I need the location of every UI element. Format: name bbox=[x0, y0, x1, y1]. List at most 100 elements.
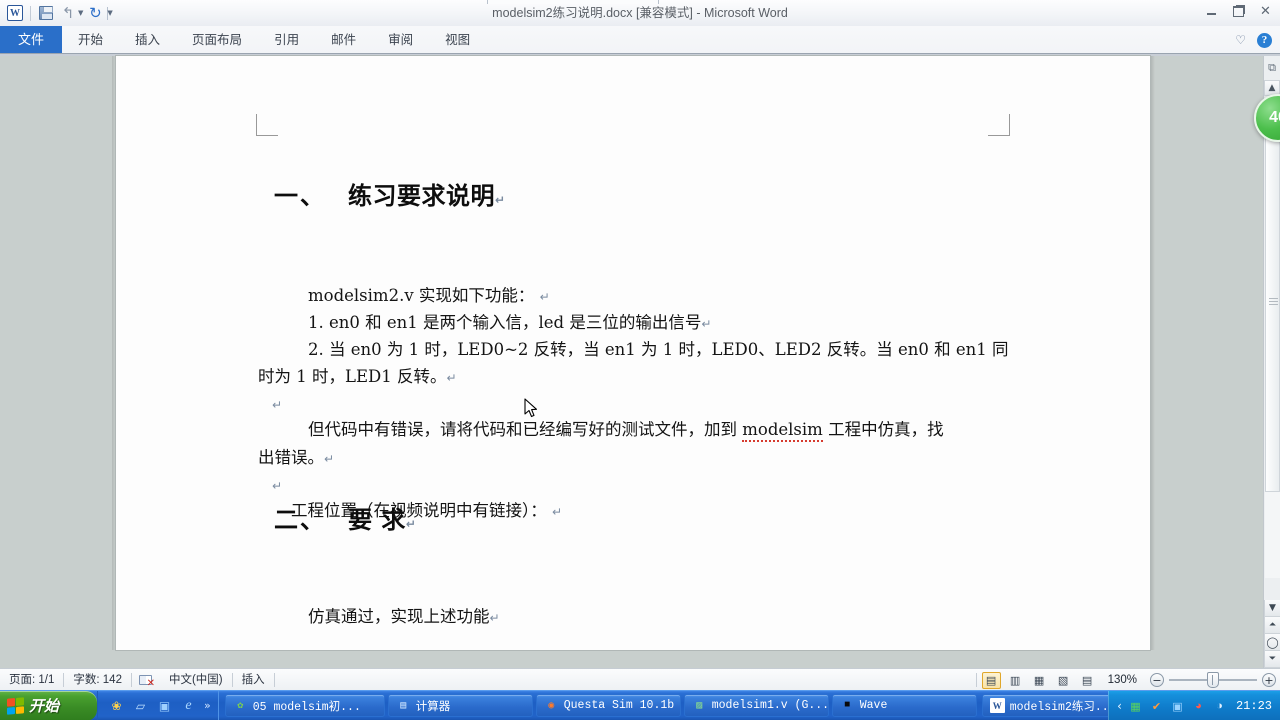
paragraph-mark: ↵ bbox=[539, 290, 550, 304]
status-divider bbox=[273, 672, 275, 687]
status-language[interactable]: 中文(中国) bbox=[160, 669, 232, 691]
taskbar-item-questasim[interactable]: ◉ Questa Sim 10.1b bbox=[535, 694, 681, 717]
scrollbar-bottom-buttons: ▼ ⏶ ◯ ⏷ bbox=[1264, 600, 1280, 668]
document-body[interactable]: 一、 练习要求说明↵ modelsim2.v 实现如下功能： ↵ 1. en0 和… bbox=[116, 56, 1150, 650]
paragraph-mark: ↵ bbox=[272, 479, 283, 493]
full-screen-reading-view-icon[interactable]: ▥ bbox=[1006, 672, 1025, 689]
redo-icon[interactable]: ↻ bbox=[85, 3, 105, 23]
zoom-slider-thumb[interactable] bbox=[1207, 672, 1219, 688]
status-right-controls: ▤ ▥ ▦ ▧ ▤ 130% − + bbox=[975, 669, 1276, 691]
word-app-icon[interactable]: W bbox=[5, 3, 25, 23]
spellcheck-error-icon[interactable]: ✕ bbox=[138, 673, 155, 688]
undo-dropdown-icon[interactable]: ▼ bbox=[78, 9, 83, 17]
line-text: 1. en0 和 en1 是两个输入信，led 是三位的输出信号 bbox=[308, 313, 702, 332]
customize-qat-icon[interactable]: ▼ bbox=[107, 6, 113, 20]
tray-network-icon[interactable]: ▦ bbox=[1128, 699, 1143, 714]
document-line-4: 时为 1 时，LED1 反转。↵ bbox=[258, 367, 457, 386]
zoom-in-button[interactable]: + bbox=[1262, 673, 1276, 687]
save-icon[interactable] bbox=[36, 3, 56, 23]
outline-view-icon[interactable]: ▧ bbox=[1054, 672, 1073, 689]
zoom-out-button[interactable]: − bbox=[1150, 673, 1164, 687]
document-workspace[interactable]: 一、 练习要求说明↵ modelsim2.v 实现如下功能： ↵ 1. en0 和… bbox=[0, 56, 1280, 668]
page-shadow-right bbox=[1150, 56, 1155, 650]
select-browse-object-button[interactable]: ◯ bbox=[1264, 634, 1280, 651]
draft-view-icon[interactable]: ▤ bbox=[1078, 672, 1097, 689]
print-layout-view-icon[interactable]: ▤ bbox=[981, 671, 1001, 689]
status-divider bbox=[975, 673, 977, 687]
taskbar-item-camtasia[interactable]: ✿ 05 modelsim初... bbox=[224, 694, 385, 717]
scrollbar-track[interactable] bbox=[1265, 112, 1280, 578]
tab-home[interactable]: 开始 bbox=[62, 26, 119, 54]
margin-mark-top-right bbox=[988, 114, 1010, 136]
close-icon[interactable]: ✕ bbox=[1257, 3, 1274, 19]
document-line-1: modelsim2.v 实现如下功能： ↵ bbox=[308, 287, 550, 305]
word-application-window: W ↰ ▼ ↻ ▼ modelsim2练习说明.docx [兼容模式] - Mi… bbox=[0, 0, 1280, 720]
word-logo-glyph: W bbox=[7, 5, 23, 21]
paragraph-mark: ↵ bbox=[324, 452, 335, 466]
taskbar-item-wave[interactable]: ■ Wave bbox=[831, 694, 977, 717]
tab-review[interactable]: 审阅 bbox=[372, 26, 429, 54]
heading1-text: 练习要求说明 bbox=[348, 181, 495, 210]
document-line-6: 出错误。↵ bbox=[258, 449, 335, 467]
collapse-ribbon-icon[interactable]: ♡ bbox=[1235, 33, 1246, 47]
tray-display-icon[interactable]: ▣ bbox=[1170, 699, 1185, 714]
web-layout-view-icon[interactable]: ▦ bbox=[1030, 672, 1049, 689]
tab-insert[interactable]: 插入 bbox=[119, 26, 176, 54]
status-insert-mode[interactable]: 插入 bbox=[233, 669, 274, 691]
quicklaunch-expand-icon[interactable]: » bbox=[204, 699, 211, 712]
verilog-file-icon: ▨ bbox=[696, 700, 703, 712]
line-text: 2. 当 en0 为 1 时，LED0~2 反转，当 en1 为 1 时，LED… bbox=[308, 340, 1009, 359]
next-page-button[interactable]: ⏷ bbox=[1264, 651, 1280, 668]
vertical-scrollbar[interactable]: ⧉ ▲ ▼ ⏶ ◯ ⏷ bbox=[1263, 56, 1280, 668]
quicklaunch-show-desktop-icon[interactable]: ▱ bbox=[132, 697, 149, 714]
tray-antivirus-icon[interactable]: ✔ bbox=[1149, 699, 1164, 714]
taskbar-item-label: modelsim2练习... bbox=[1009, 700, 1116, 714]
tab-references[interactable]: 引用 bbox=[258, 26, 315, 54]
status-bar: 页面: 1/1 字数: 142 ✕ 中文(中国) 插入 ▤ ▥ ▦ ▧ ▤ 13… bbox=[0, 668, 1280, 690]
document-page[interactable]: 一、 练习要求说明↵ modelsim2.v 实现如下功能： ↵ 1. en0 和… bbox=[116, 56, 1150, 650]
undo-icon[interactable]: ↰ bbox=[58, 3, 78, 23]
scroll-down-arrow[interactable]: ▼ bbox=[1264, 600, 1280, 617]
paragraph-mark: ↵ bbox=[405, 517, 417, 531]
scrollbar-thumb[interactable] bbox=[1265, 112, 1280, 492]
tab-page-layout[interactable]: 页面布局 bbox=[176, 26, 258, 54]
help-icon[interactable]: ? bbox=[1257, 32, 1272, 48]
windows-flag-icon bbox=[7, 696, 24, 715]
misspelled-word: modelsim bbox=[742, 420, 823, 442]
previous-page-button[interactable]: ⏶ bbox=[1264, 617, 1280, 634]
quicklaunch-folder-icon[interactable]: ▣ bbox=[156, 697, 173, 714]
taskbar-item-word[interactable]: W modelsim2练习... bbox=[981, 694, 1127, 717]
tray-qq-icon[interactable]: ◕ bbox=[1191, 699, 1206, 714]
minimize-icon[interactable] bbox=[1203, 3, 1220, 19]
document-line-3: 2. 当 en0 为 1 时，LED0~2 反转，当 en1 为 1 时，LED… bbox=[308, 340, 1009, 359]
tab-view[interactable]: 视图 bbox=[429, 26, 486, 54]
paragraph-mark: ↵ bbox=[552, 505, 563, 519]
zoom-slider[interactable] bbox=[1169, 672, 1257, 688]
tray-clock[interactable]: 21:23 bbox=[1233, 699, 1272, 713]
quicklaunch-media-icon[interactable]: ❀ bbox=[108, 697, 125, 714]
status-page-number[interactable]: 页面: 1/1 bbox=[0, 669, 63, 691]
qat-divider bbox=[30, 5, 31, 21]
start-button[interactable]: 开始 bbox=[0, 690, 97, 720]
restore-icon[interactable] bbox=[1230, 3, 1247, 19]
heading1-number: 一、 bbox=[274, 181, 326, 210]
tab-file[interactable]: 文件 bbox=[0, 26, 63, 54]
taskbar-item-calculator[interactable]: ▤ 计算器 bbox=[387, 694, 533, 717]
paragraph-mark: ↵ bbox=[489, 611, 500, 625]
line-text: 仿真通过，实现上述功能 bbox=[308, 607, 490, 626]
split-window-icon[interactable]: ⧉ bbox=[1264, 56, 1280, 80]
status-divider bbox=[130, 672, 132, 687]
wave-window-icon: ■ bbox=[844, 700, 851, 711]
heading2-number: 二、 bbox=[274, 505, 326, 534]
tray-expand-icon[interactable]: ‹ bbox=[1117, 699, 1122, 713]
windows-taskbar: 开始 ❀ ▱ ▣ e » ✿ 05 modelsim初... ▤ 计算器 ◉ Q… bbox=[0, 690, 1280, 720]
tab-mailings[interactable]: 邮件 bbox=[315, 26, 372, 54]
quicklaunch-ie-icon[interactable]: e bbox=[180, 697, 197, 714]
window-controls: ✕ bbox=[1203, 3, 1274, 19]
line-text: 时为 1 时，LED1 反转。 bbox=[258, 367, 447, 386]
status-word-count[interactable]: 字数: 142 bbox=[64, 669, 131, 691]
zoom-level-label[interactable]: 130% bbox=[1102, 674, 1145, 686]
document-heading-1: 一、 练习要求说明↵ bbox=[274, 176, 506, 211]
taskbar-item-modelsim1v[interactable]: ▨ modelsim1.v (G... bbox=[683, 694, 829, 717]
tray-volume-icon[interactable]: ◑ bbox=[1212, 699, 1227, 714]
